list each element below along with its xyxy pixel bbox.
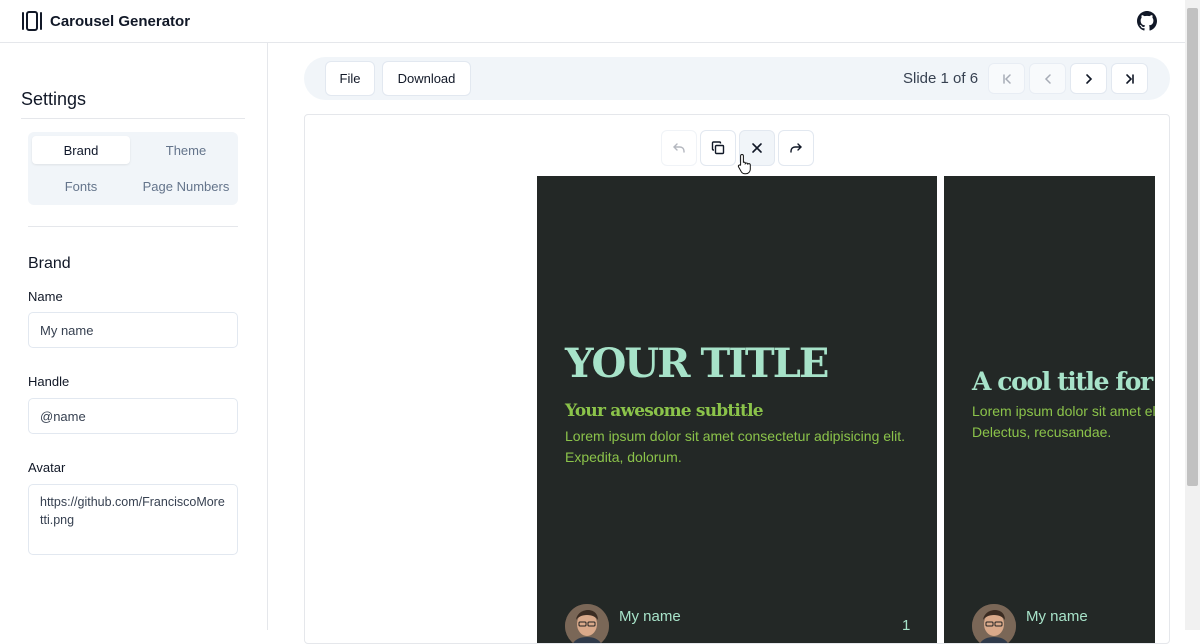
copy-icon bbox=[711, 141, 725, 155]
avatar bbox=[565, 604, 609, 643]
undo-button[interactable] bbox=[661, 130, 697, 166]
download-button[interactable]: Download bbox=[382, 61, 471, 96]
undo-icon bbox=[673, 143, 685, 153]
slide-body[interactable]: Lorem ipsum dolor sit amet elit. Delectu… bbox=[972, 401, 1155, 443]
slide-subtitle[interactable]: Your awesome subtitle bbox=[565, 401, 764, 421]
file-menu-button[interactable]: File bbox=[325, 61, 375, 96]
hand-pointer-icon bbox=[737, 153, 751, 175]
chevron-right-icon bbox=[1085, 73, 1092, 84]
last-page-icon bbox=[1125, 73, 1134, 84]
app-title: Carousel Generator bbox=[50, 13, 191, 30]
main-toolbar: File Download Slide 1 of 6 bbox=[304, 57, 1170, 100]
slide-body[interactable]: Lorem ipsum dolor sit amet consectetur a… bbox=[565, 426, 917, 468]
divider bbox=[28, 226, 238, 227]
slide-1[interactable]: YOUR TITLE Your awesome subtitle Lorem i… bbox=[537, 176, 937, 643]
brand-section-title: Brand bbox=[28, 255, 71, 272]
tab-fonts[interactable]: Fonts bbox=[32, 172, 130, 200]
first-page-icon bbox=[1002, 73, 1011, 84]
github-icon[interactable] bbox=[1137, 11, 1157, 31]
slide-title[interactable]: A cool title for th bbox=[972, 367, 1155, 396]
chevron-left-icon bbox=[1044, 73, 1051, 84]
slide-brand-name: My name bbox=[619, 608, 681, 625]
avatar-label: Avatar bbox=[28, 460, 66, 475]
slide-status: Slide 1 of 6 bbox=[903, 70, 979, 87]
duplicate-slide-button[interactable] bbox=[700, 130, 736, 166]
slide-brand-name: My name bbox=[1026, 608, 1088, 625]
name-label: Name bbox=[28, 289, 63, 304]
redo-icon bbox=[790, 143, 802, 153]
tab-theme[interactable]: Theme bbox=[137, 136, 235, 164]
page-scrollbar[interactable] bbox=[1185, 0, 1200, 630]
slide-page-number: 1 bbox=[902, 617, 911, 634]
carousel-icon bbox=[22, 11, 42, 31]
redo-button[interactable] bbox=[778, 130, 814, 166]
slide-title[interactable]: YOUR TITLE bbox=[565, 340, 829, 387]
name-input[interactable]: My name bbox=[28, 312, 238, 348]
tab-brand[interactable]: Brand bbox=[32, 136, 130, 164]
avatar-url-textarea[interactable]: https://github.com/FranciscoMoretti.png bbox=[28, 484, 238, 555]
settings-title: Settings bbox=[21, 89, 87, 109]
settings-tabs: Brand Theme Fonts Page Numbers bbox=[28, 132, 238, 205]
handle-input[interactable]: @name bbox=[28, 398, 238, 434]
avatar bbox=[972, 604, 1016, 643]
next-slide-button[interactable] bbox=[1070, 63, 1107, 94]
previous-slide-button[interactable] bbox=[1029, 63, 1066, 94]
tab-page-numbers[interactable]: Page Numbers bbox=[137, 172, 235, 200]
settings-sidebar: Settings Brand Theme Fonts Page Numbers … bbox=[0, 43, 268, 630]
carousel-canvas: YOUR TITLE Your awesome subtitle Lorem i… bbox=[304, 114, 1170, 644]
app-header: Carousel Generator bbox=[0, 0, 1185, 43]
first-slide-button[interactable] bbox=[988, 63, 1025, 94]
divider bbox=[21, 118, 245, 119]
handle-label: Handle bbox=[28, 374, 70, 389]
last-slide-button[interactable] bbox=[1111, 63, 1148, 94]
slide-2[interactable]: A cool title for th Lorem ipsum dolor si… bbox=[944, 176, 1155, 643]
scroll-thumb[interactable] bbox=[1187, 8, 1198, 486]
